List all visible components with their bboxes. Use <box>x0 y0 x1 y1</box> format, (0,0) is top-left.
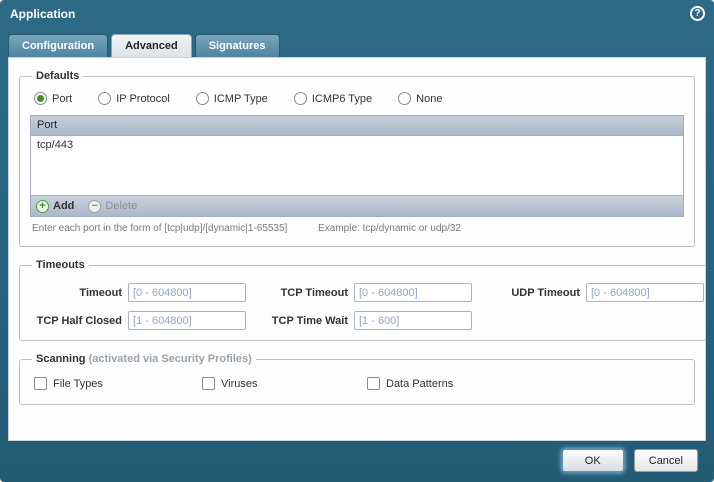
tab-advanced[interactable]: Advanced <box>111 34 192 57</box>
help-icon[interactable]: ? <box>690 6 705 21</box>
add-icon: + <box>36 200 49 213</box>
dialog-title: Application <box>10 7 75 21</box>
radio-icmp6-type-control[interactable] <box>294 92 307 105</box>
port-table-header: Port <box>31 116 683 136</box>
port-table-empty-area <box>31 154 683 195</box>
timeout-input[interactable] <box>128 283 246 302</box>
port-table: Port tcp/443 + Add − Delete <box>30 115 684 217</box>
tab-signatures[interactable]: Signatures <box>195 34 280 57</box>
checkbox-data-patterns-control[interactable] <box>367 377 380 390</box>
dialog-footer: OK Cancel <box>562 449 698 472</box>
radio-icmp-type-control[interactable] <box>196 92 209 105</box>
tab-configuration[interactable]: Configuration <box>8 34 108 57</box>
tcp-timeout-input[interactable] <box>354 283 472 302</box>
application-dialog: Application ? Configuration Advanced Sig… <box>0 0 714 482</box>
radio-ip-protocol[interactable]: IP Protocol <box>98 92 170 105</box>
radio-icmp6-type[interactable]: ICMP6 Type <box>294 92 372 105</box>
titlebar: Application ? <box>0 0 714 28</box>
tcp-half-closed-input[interactable] <box>128 311 246 330</box>
timeouts-legend: Timeouts <box>32 259 89 271</box>
delete-button[interactable]: − Delete <box>88 200 137 213</box>
defaults-radio-group: Port IP Protocol ICMP Type ICMP6 Type No… <box>34 92 684 105</box>
tcp-half-closed-label: TCP Half Closed <box>30 315 122 327</box>
cancel-button[interactable]: Cancel <box>634 449 698 472</box>
tab-bar: Configuration Advanced Signatures <box>8 34 280 57</box>
scanning-legend: Scanning (activated via Security Profile… <box>32 353 256 365</box>
radio-port[interactable]: Port <box>34 92 72 105</box>
add-button[interactable]: + Add <box>36 200 74 213</box>
radio-ip-protocol-control[interactable] <box>98 92 111 105</box>
tcp-time-wait-input[interactable] <box>354 311 472 330</box>
radio-icmp6-type-label: ICMP6 Type <box>312 93 372 105</box>
timeout-label: Timeout <box>30 287 122 299</box>
tab-content-panel: Defaults Port IP Protocol ICMP Type ICMP… <box>8 57 706 441</box>
port-hint-text: Enter each port in the form of [tcp|udp]… <box>32 223 287 234</box>
checkbox-data-patterns[interactable]: Data Patterns <box>367 377 684 390</box>
udp-timeout-input[interactable] <box>586 283 704 302</box>
radio-icmp-type-label: ICMP Type <box>214 93 268 105</box>
port-hint: Enter each port in the form of [tcp|udp]… <box>32 223 684 234</box>
radio-port-label: Port <box>52 93 72 105</box>
checkbox-viruses-control[interactable] <box>202 377 215 390</box>
scanning-fieldset: Scanning (activated via Security Profile… <box>19 353 695 405</box>
port-hint-example: Example: tcp/dynamic or udp/32 <box>318 223 461 234</box>
defaults-legend: Defaults <box>32 70 83 82</box>
delete-icon: − <box>88 200 101 213</box>
udp-timeout-label: UDP Timeout <box>478 287 580 299</box>
radio-none-label: None <box>416 93 442 105</box>
checkbox-data-patterns-label: Data Patterns <box>386 378 453 390</box>
radio-ip-protocol-label: IP Protocol <box>116 93 170 105</box>
checkbox-viruses-label: Viruses <box>221 378 257 390</box>
delete-button-label: Delete <box>105 200 137 212</box>
radio-port-control[interactable] <box>34 92 47 105</box>
scanning-checkbox-group: File Types Viruses Data Patterns <box>34 377 684 390</box>
checkbox-file-types[interactable]: File Types <box>34 377 202 390</box>
port-table-toolbar: + Add − Delete <box>31 195 683 216</box>
scanning-legend-note: (activated via Security Profiles) <box>86 353 252 365</box>
tcp-timeout-label: TCP Timeout <box>252 287 348 299</box>
radio-icmp-type[interactable]: ICMP Type <box>196 92 268 105</box>
defaults-fieldset: Defaults Port IP Protocol ICMP Type ICMP… <box>19 70 695 247</box>
checkbox-file-types-control[interactable] <box>34 377 47 390</box>
ok-button[interactable]: OK <box>562 449 624 472</box>
tcp-time-wait-label: TCP Time Wait <box>252 315 348 327</box>
timeouts-fieldset: Timeouts Timeout TCP Timeout UDP Timeout… <box>19 259 706 341</box>
checkbox-file-types-label: File Types <box>53 378 103 390</box>
checkbox-viruses[interactable]: Viruses <box>202 377 367 390</box>
add-button-label: Add <box>53 200 74 212</box>
scanning-legend-title: Scanning <box>36 353 86 365</box>
radio-none[interactable]: None <box>398 92 442 105</box>
table-row[interactable]: tcp/443 <box>31 136 683 154</box>
timeouts-grid: Timeout TCP Timeout UDP Timeout TCP Half… <box>30 283 704 330</box>
radio-none-control[interactable] <box>398 92 411 105</box>
